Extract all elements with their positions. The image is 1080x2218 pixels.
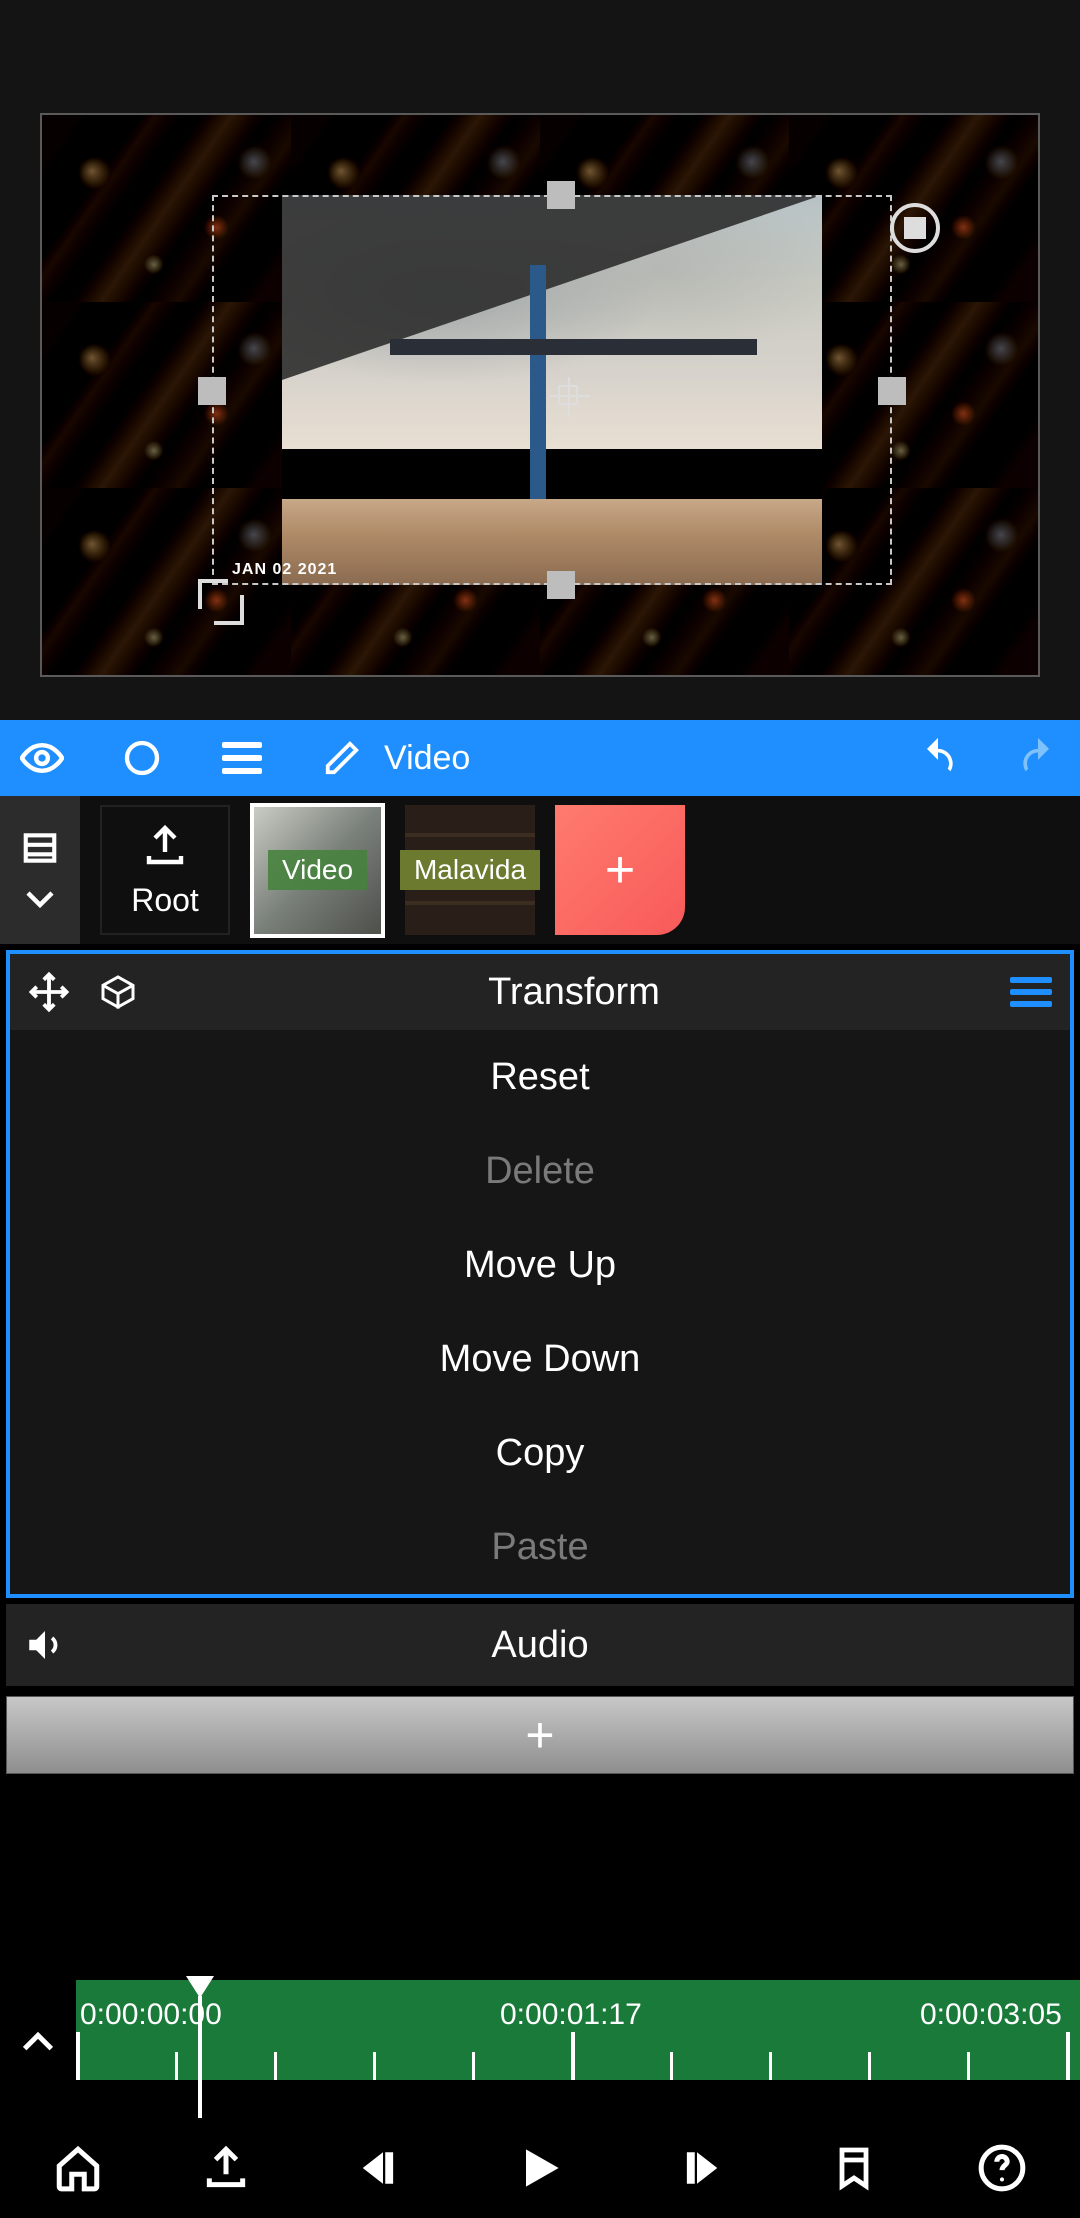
resize-handle-left[interactable] (198, 377, 226, 405)
help-icon[interactable] (974, 2140, 1030, 2196)
home-icon[interactable] (50, 2140, 106, 2196)
add-layer-button[interactable]: + (555, 805, 685, 935)
crop-corner-icon[interactable] (198, 579, 238, 619)
edit-toolbar: Video (0, 720, 1080, 796)
layer-sidebar (0, 796, 80, 944)
timeline-track[interactable]: 0:00:00:00 0:00:01:17 0:00:03:05 (76, 1980, 1080, 2080)
timecode-label: 0:00:01:17 (500, 1998, 642, 2032)
edit-pencil-icon[interactable] (320, 736, 364, 780)
timeline-expand-icon[interactable] (18, 2028, 58, 2056)
layer-thumb-malavida[interactable]: Malavida (405, 805, 535, 935)
resize-handle-bottom[interactable] (547, 571, 575, 599)
audio-title: Audio (66, 1624, 1014, 1667)
audio-panel-header[interactable]: Audio (6, 1604, 1074, 1686)
transform-title: Transform (166, 971, 982, 1014)
play-icon[interactable] (512, 2140, 568, 2196)
bookmark-icon[interactable] (826, 2140, 882, 2196)
root-layer[interactable]: Root (100, 805, 230, 935)
action-reset[interactable]: Reset (10, 1030, 1070, 1124)
center-anchor-icon[interactable] (558, 385, 578, 405)
action-copy[interactable]: Copy (10, 1406, 1070, 1500)
selection-frame[interactable] (212, 195, 892, 585)
thumb-label: Video (268, 850, 367, 890)
step-back-icon[interactable] (346, 2140, 402, 2196)
layer-list-icon[interactable] (21, 829, 59, 867)
transform-header: Transform (10, 954, 1070, 1030)
action-delete: Delete (10, 1124, 1070, 1218)
resize-handle-top[interactable] (547, 181, 575, 209)
thumb-label: Malavida (400, 850, 540, 890)
bottom-toolbar (0, 2118, 1080, 2218)
step-forward-icon[interactable] (678, 2140, 734, 2196)
action-paste: Paste (10, 1500, 1070, 1594)
add-track-button[interactable]: + (6, 1696, 1074, 1774)
timeline: 0:00:00:00 0:00:01:17 0:00:03:05 (0, 1980, 1080, 2120)
transform-panel: Transform Reset Delete Move Up Move Down… (6, 950, 1074, 1598)
chevron-down-icon[interactable] (22, 887, 58, 911)
export-up-icon (141, 822, 189, 870)
clip-datestamp: JAN 02 2021 (232, 561, 337, 579)
preview-canvas[interactable]: JAN 02 2021 (40, 113, 1040, 677)
share-icon[interactable] (198, 2140, 254, 2196)
preview-area: JAN 02 2021 (0, 0, 1080, 720)
move-tool-icon[interactable] (28, 971, 70, 1013)
edit-mode-label: Video (384, 739, 470, 778)
record-circle-icon[interactable] (120, 736, 164, 780)
menu-icon[interactable] (220, 736, 264, 780)
redo-icon[interactable] (1016, 736, 1060, 780)
playhead[interactable] (186, 1976, 214, 2126)
visibility-icon[interactable] (20, 736, 64, 780)
action-move-down[interactable]: Move Down (10, 1312, 1070, 1406)
undo-icon[interactable] (916, 736, 960, 780)
resize-handle-right[interactable] (878, 377, 906, 405)
speaker-icon (24, 1624, 66, 1666)
action-move-up[interactable]: Move Up (10, 1218, 1070, 1312)
cube-3d-icon[interactable] (98, 972, 138, 1012)
timecode-label: 0:00:03:05 (920, 1998, 1062, 2032)
plus-icon: + (525, 1706, 554, 1764)
transform-menu-icon[interactable] (1010, 977, 1052, 1007)
transform-actions: Reset Delete Move Up Move Down Copy Past… (10, 1030, 1070, 1594)
layer-strip: Root Video Malavida + (0, 796, 1080, 944)
root-label: Root (131, 882, 199, 919)
layer-thumb-video[interactable]: Video (250, 803, 385, 938)
